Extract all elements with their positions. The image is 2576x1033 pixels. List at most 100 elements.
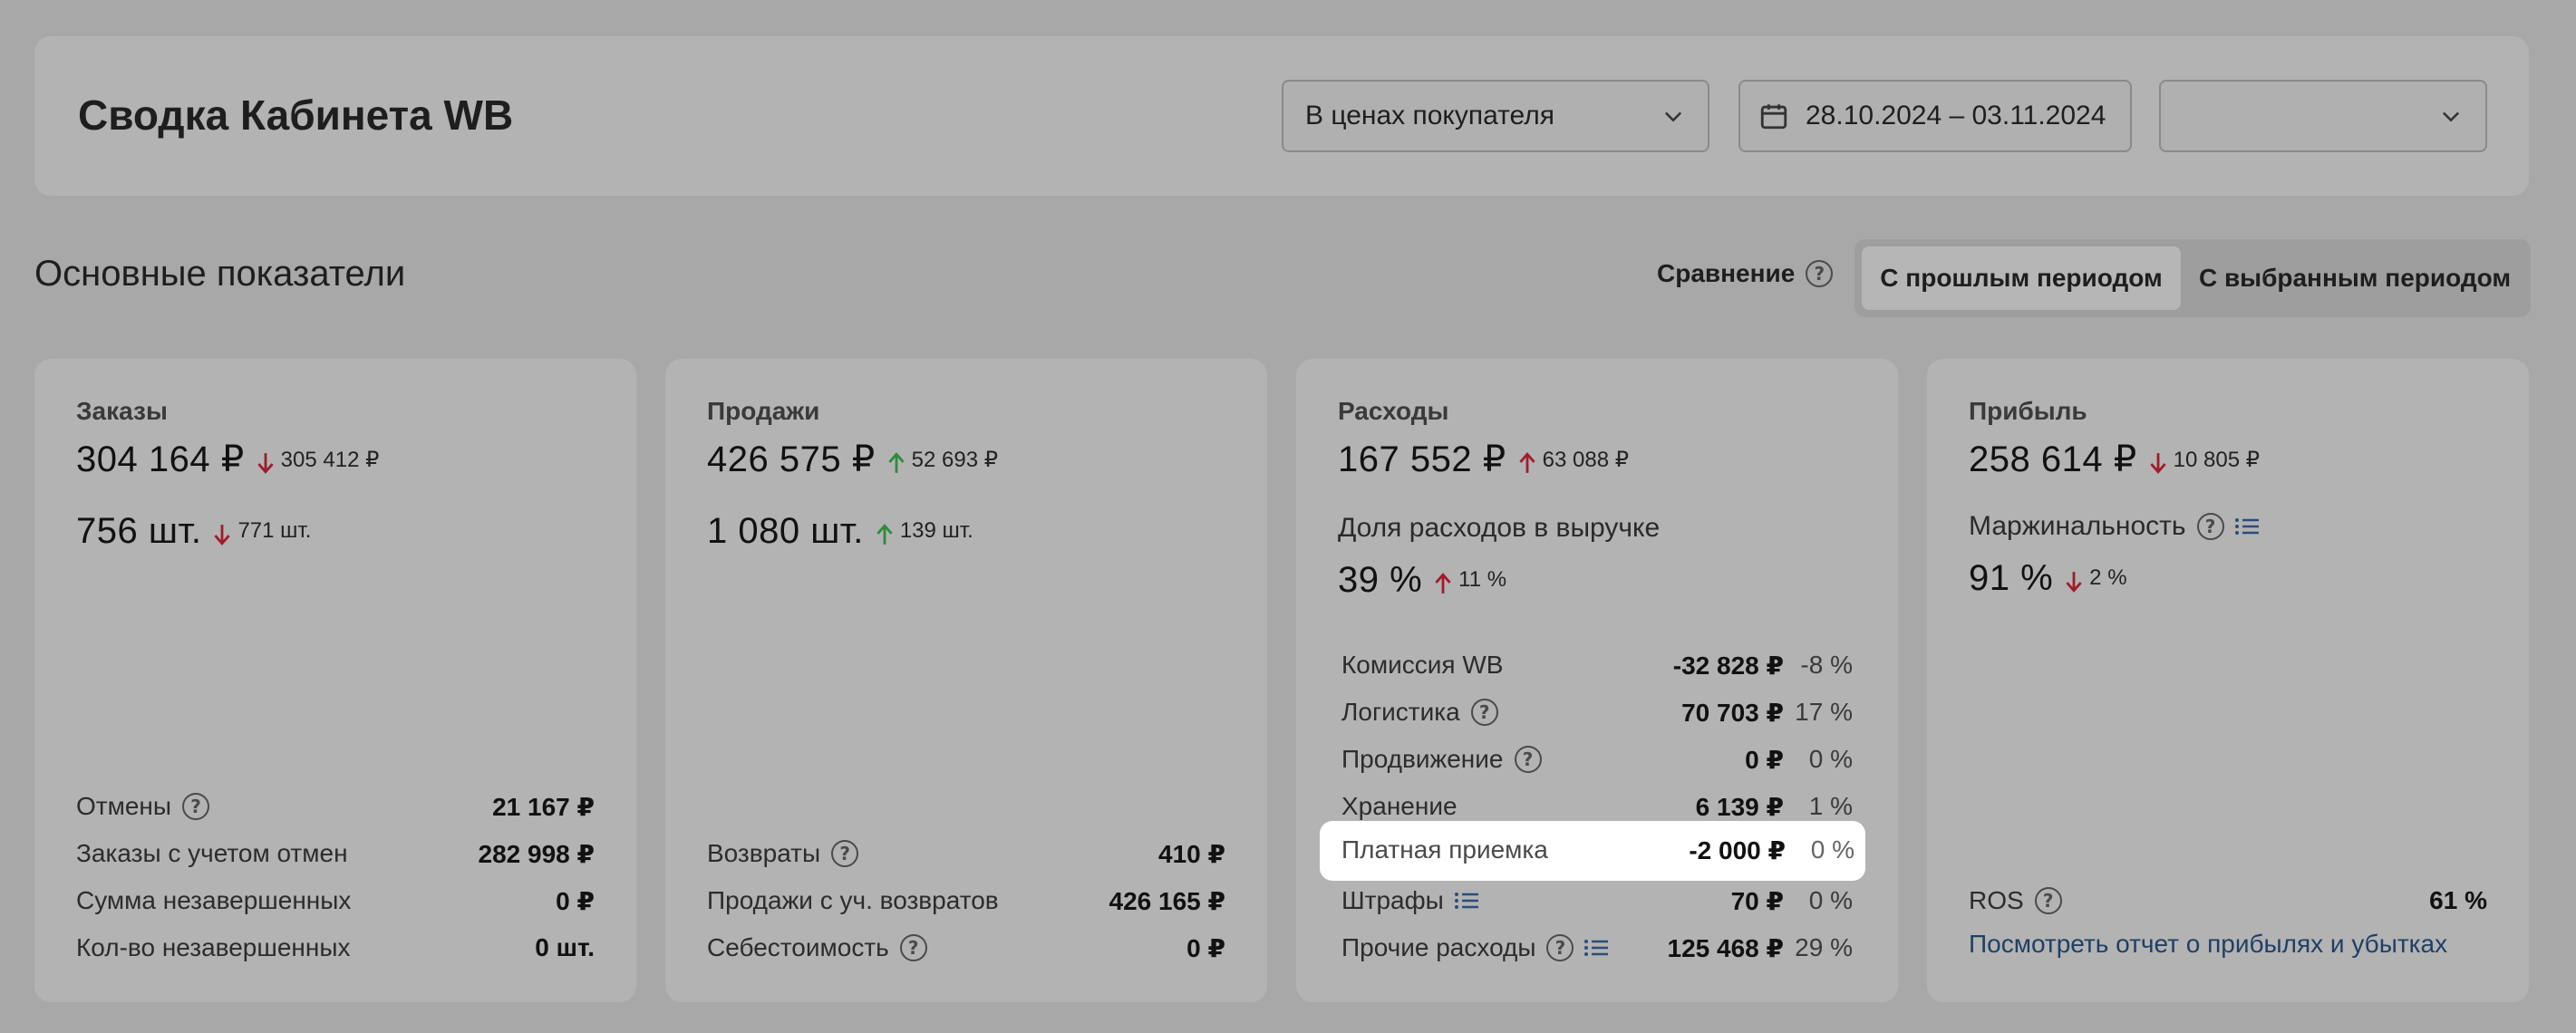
arrow-up-icon <box>876 524 893 545</box>
row-value: 70 703 ₽ <box>1681 698 1784 727</box>
row-label: Возвраты <box>707 839 821 867</box>
orders-row-unfinished-qty: Кол-во незавершенных 0 шт. <box>76 930 595 966</box>
orders-qty: 756 шт. <box>76 511 202 551</box>
profit-label: Прибыль <box>1969 397 2087 425</box>
orders-qty-metric: 756 шт. 771 шт. <box>76 511 311 552</box>
expenses-row-other: Прочие расходы? 125 468 ₽ 29 % <box>1341 930 1853 966</box>
row-value: 0 шт. <box>535 933 595 961</box>
price-mode-value: В ценах покупателя <box>1305 101 1554 130</box>
sales-sum-delta-value: 52 693 ₽ <box>911 447 998 472</box>
compare-prev-period-button[interactable]: С прошлым периодом <box>1862 246 2181 310</box>
arrow-down-icon <box>2066 572 2082 593</box>
expenses-label: Расходы <box>1338 397 1449 425</box>
sales-qty-delta: 139 шт. <box>875 518 973 545</box>
list-icon[interactable] <box>1583 937 1610 959</box>
calendar-icon <box>1760 104 1787 130</box>
expenses-row-storage: Хранение 6 139 ₽ 1 % <box>1341 788 1853 825</box>
orders-card: Заказы 304 164 ₽ 305 412 ₽ 756 шт. 771 ш… <box>34 359 636 1002</box>
arrow-up-icon <box>1435 573 1451 594</box>
pnl-report-link[interactable]: Посмотреть отчет о прибылях и убытках <box>1969 930 2447 959</box>
row-value: 125 468 ₽ <box>1667 933 1784 962</box>
row-label: Комиссия WB <box>1341 651 1504 679</box>
sales-qty: 1 080 шт. <box>707 511 864 551</box>
help-icon[interactable]: ? <box>831 840 859 867</box>
profit-row-ros: ROS? 61 % <box>1969 883 2487 919</box>
orders-sum-delta: 305 412 ₽ <box>256 447 379 474</box>
help-icon[interactable]: ? <box>1470 699 1498 726</box>
row-label: Штрафы <box>1341 886 1444 914</box>
expenses-share-delta: 11 % <box>1433 567 1506 594</box>
expenses-sum: 167 552 ₽ <box>1338 439 1506 479</box>
sales-sum-delta: 52 693 ₽ <box>886 447 998 473</box>
profit-margin-delta-value: 2 % <box>2089 565 2127 590</box>
compare-label-text: Сравнение <box>1657 259 1796 287</box>
arrow-up-icon <box>888 452 905 473</box>
row-value: 0 ₽ <box>1745 745 1784 774</box>
list-icon[interactable] <box>1453 890 1480 912</box>
chevron-down-icon <box>1664 111 1682 122</box>
row-value: 282 998 ₽ <box>478 839 595 868</box>
row-value: 0 ₽ <box>556 886 595 915</box>
row-value: 410 ₽ <box>1158 839 1225 868</box>
row-label: Хранение <box>1341 792 1457 820</box>
arrow-up-icon <box>1519 452 1535 473</box>
profit-sum-metric: 258 614 ₽ 10 805 ₽ <box>1969 439 2260 480</box>
orders-row-with-cancels: Заказы с учетом отмен 282 998 ₽ <box>76 835 595 872</box>
sales-sum-metric: 426 575 ₽ 52 693 ₽ <box>707 439 998 480</box>
row-label: Продажи с уч. возвратов <box>707 886 999 914</box>
expenses-row-commission: Комиссия WB -32 828 ₽ -8 % <box>1341 647 1853 683</box>
help-icon[interactable]: ? <box>1546 934 1574 961</box>
expenses-sum-delta-value: 63 088 ₽ <box>1542 447 1629 472</box>
expenses-row-promotion: Продвижение? 0 ₽ 0 % <box>1341 741 1853 777</box>
orders-row-unfinished-sum: Сумма незавершенных 0 ₽ <box>76 883 595 919</box>
profit-margin: 91 % <box>1969 558 2054 598</box>
help-icon[interactable]: ? <box>899 934 927 961</box>
row-label: Прочие расходы <box>1341 933 1536 961</box>
help-icon[interactable]: ? <box>1514 746 1542 773</box>
row-percent: 1 % <box>1808 792 1853 820</box>
date-range-value: 28.10.2024 – 03.11.2024 <box>1806 101 2106 130</box>
row-value: 70 ₽ <box>1730 886 1784 915</box>
row-value: 21 167 ₽ <box>492 792 595 821</box>
row-label: Себестоимость <box>707 933 889 961</box>
arrow-down-icon <box>2150 453 2166 474</box>
row-value: 61 % <box>2429 886 2487 914</box>
row-value: 6 139 ₽ <box>1695 792 1784 821</box>
margin-label-text: Маржинальность <box>1969 511 2186 541</box>
row-percent: -8 % <box>1800 651 1853 679</box>
help-icon[interactable]: ? <box>182 793 210 820</box>
page-title: Сводка Кабинета WB <box>78 92 514 139</box>
sales-row-cost: Себестоимость? 0 ₽ <box>707 930 1225 966</box>
orders-sum-metric: 304 164 ₽ 305 412 ₽ <box>76 439 379 480</box>
row-value: -32 828 ₽ <box>1672 651 1784 680</box>
sales-card: Продажи 426 575 ₽ 52 693 ₽ 1 080 шт. 139… <box>665 359 1267 1002</box>
row-label: Логистика <box>1341 698 1460 726</box>
expenses-share-label: Доля расходов в выручке <box>1338 513 1661 543</box>
row-label: Продвижение <box>1341 745 1504 773</box>
expenses-row-fines: Штрафы 70 ₽ 0 % <box>1341 883 1853 919</box>
row-label: Платная приемка <box>1341 835 1548 864</box>
list-icon[interactable] <box>2233 516 2261 537</box>
compare-selected-period-button[interactable]: С выбранным периодом <box>2184 246 2525 310</box>
date-range-picker[interactable]: 28.10.2024 – 03.11.2024 <box>1738 80 2132 152</box>
row-label: Сумма незавершенных <box>76 886 352 914</box>
extra-select[interactable] <box>2159 80 2487 152</box>
help-icon[interactable]: ? <box>2034 887 2062 914</box>
help-icon[interactable]: ? <box>2196 513 2224 540</box>
row-percent: 17 % <box>1795 698 1853 726</box>
profit-margin-metric: 91 % 2 % <box>1969 558 2127 599</box>
section-title: Основные показатели <box>34 254 406 294</box>
row-label: Заказы с учетом отмен <box>76 839 348 867</box>
arrow-down-icon <box>214 525 231 545</box>
row-label: ROS <box>1969 886 2024 914</box>
row-percent: 0 % <box>1808 745 1853 773</box>
row-percent: 29 % <box>1795 933 1853 961</box>
expenses-row-logistics: Логистика? 70 703 ₽ 17 % <box>1341 694 1853 730</box>
expenses-sum-metric: 167 552 ₽ 63 088 ₽ <box>1338 439 1629 480</box>
help-icon[interactable]: ? <box>1806 260 1834 287</box>
orders-qty-delta: 771 шт. <box>212 518 311 545</box>
profit-margin-label: Маржинальность ? <box>1969 511 2261 542</box>
price-mode-select[interactable]: В ценах покупателя <box>1282 80 1709 152</box>
compare-toggle: С прошлым периодом С выбранным периодом <box>1855 239 2531 317</box>
compare-label: Сравнение ? <box>1657 259 1834 288</box>
